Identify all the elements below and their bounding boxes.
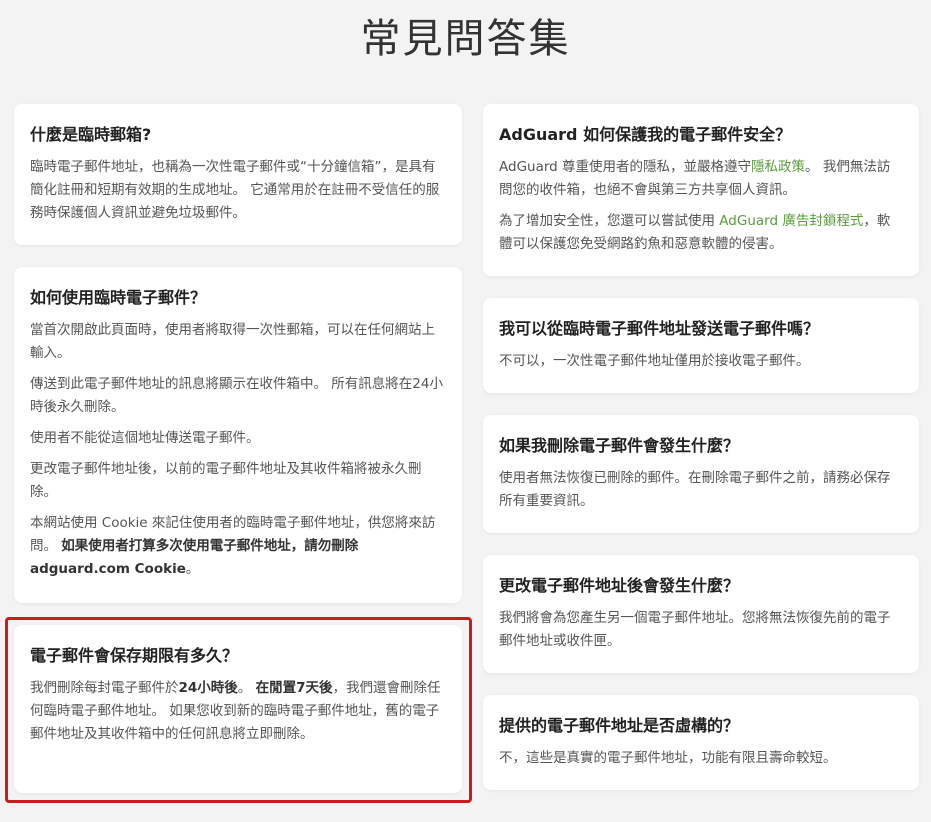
faq-question: 如何使用臨時電子郵件？ — [30, 288, 207, 307]
answer-bold: 24小時後 — [178, 680, 238, 696]
privacy-policy-link[interactable]: 隱私政策 — [751, 159, 805, 175]
faq-card-send-email: 我可以從臨時電子郵件地址發送電子郵件嗎？ 不可以，一次性電子郵件地址僅用於接收電… — [483, 298, 919, 393]
page-title: 常見問答集 — [360, 16, 571, 62]
faq-answer: 臨時電子郵件地址，也稱為一次性電子郵件或“十分鐘信箱”，是具有簡化註冊和短期有效… — [30, 159, 440, 221]
answer-text: 。 — [237, 680, 252, 696]
faq-answer: 為了增加安全性，您還可以嘗試使用 AdGuard 廣告封鎖程式，軟體可以保護您免… — [499, 210, 903, 256]
faq-question: 什麼是臨時郵箱? — [30, 125, 152, 144]
faq-answer: 不可以，一次性電子郵件地址僅用於接收電子郵件。 — [499, 353, 810, 369]
faq-question: 更改電子郵件地址後會發生什麼？ — [499, 576, 740, 595]
adguard-adblocker-link[interactable]: AdGuard 廣告封鎖程式 — [719, 213, 863, 229]
answer-text: 為了增加安全性，您還可以嘗試使用 — [499, 213, 720, 229]
answer-text: 我們刪除每封電子郵件於 — [30, 680, 179, 696]
faq-answer-cookie: 本網站使用 Cookie 來記住使用者的臨時電子郵件地址，供您將來訪問。 如果使… — [30, 512, 446, 581]
faq-answer: 不，這些是真實的電子郵件地址，功能有限且壽命較短。 — [499, 750, 837, 766]
faq-answer: 使用者不能從這個地址傳送電子郵件。 — [30, 430, 260, 446]
faq-card-real-address: 提供的電子郵件地址是否虛構的？ 不，這些是真實的電子郵件地址，功能有限且壽命較短… — [483, 695, 919, 790]
faq-question: 我可以從臨時電子郵件地址發送電子郵件嗎？ — [499, 319, 820, 338]
faq-answer: 我們將會為您產生另一個電子郵件地址。您將無法恢復先前的電子郵件地址或收件匣。 — [499, 610, 891, 649]
faq-card-delete-email: 如果我刪除電子郵件會發生什麼？ 使用者無法恢復已刪除的郵件。在刪除電子郵件之前，… — [483, 415, 919, 533]
faq-question: 如果我刪除電子郵件會發生什麼？ — [499, 436, 740, 455]
faq-card-retention: 電子郵件會保存期限有多久？ 我們刪除每封電子郵件於24小時後。 在閒置7天後，我… — [14, 625, 462, 793]
faq-answer: 傳送到此電子郵件地址的訊息將顯示在收件箱中。 所有訊息將在24小時後永久刪除。 — [30, 376, 443, 415]
faq-question: AdGuard 如何保護我的電子郵件安全？ — [499, 125, 792, 144]
faq-answer: 使用者無法恢復已刪除的郵件。在刪除電子郵件之前，請務必保存所有重要資訊。 — [499, 470, 891, 509]
answer-text: AdGuard 尊重使用者的隱私，並嚴格遵守 — [499, 159, 752, 175]
faq-question: 提供的電子郵件地址是否虛構的？ — [499, 716, 740, 735]
faq-answer: AdGuard 尊重使用者的隱私，並嚴格遵守隱私政策。 我們無法訪問您的收件箱，… — [499, 156, 903, 202]
faq-card-change-address: 更改電子郵件地址後會發生什麼？ 我們將會為您產生另一個電子郵件地址。您將無法恢復… — [483, 555, 919, 673]
faq-answer: 我們刪除每封電子郵件於24小時後。 在閒置7天後，我們還會刪除任何臨時電子郵件地… — [30, 677, 446, 746]
faq-answer: 當首次開啟此頁面時，使用者將取得一次性郵箱，可以在任何網站上輸入。 — [30, 322, 435, 361]
faq-card-adguard-security: AdGuard 如何保護我的電子郵件安全？ AdGuard 尊重使用者的隱私，並… — [483, 104, 919, 276]
answer-bold: 在閒置7天後 — [255, 680, 333, 696]
faq-card-what-is-temp-mail: 什麼是臨時郵箱? 臨時電子郵件地址，也稱為一次性電子郵件或“十分鐘信箱”，是具有… — [14, 104, 462, 245]
faq-answer: 更改電子郵件地址後，以前的電子郵件地址及其收件箱將被永久刪除。 — [30, 461, 422, 500]
faq-card-how-to-use: 如何使用臨時電子郵件？ 當首次開啟此頁面時，使用者將取得一次性郵箱，可以在任何網… — [14, 267, 462, 603]
faq-question: 電子郵件會保存期限有多久？ — [30, 646, 239, 665]
cookie-end: 。 — [185, 561, 200, 577]
